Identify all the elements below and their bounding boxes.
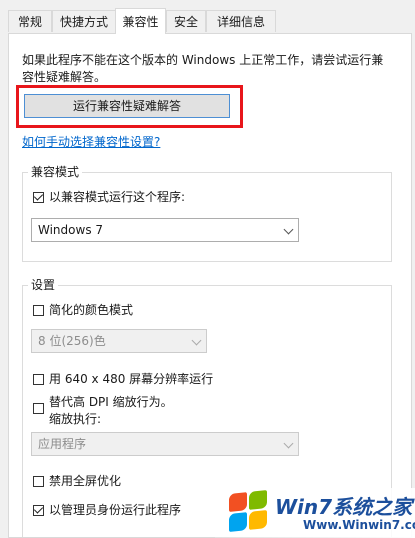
os-version-select[interactable]: Windows 7 <box>31 218 299 242</box>
run-troubleshooter-button[interactable]: 运行兼容性疑难解答 <box>24 94 230 118</box>
run-as-admin-label: 以管理员身份运行此程序 <box>49 503 182 517</box>
tab-compatibility[interactable]: 兼容性 <box>115 8 166 34</box>
site-watermark: Win7系统之家 Www.Winwin7.com <box>215 488 415 538</box>
color-depth-select[interactable]: 8 位(256)色 <box>31 329 207 353</box>
chevron-down-icon <box>283 438 294 449</box>
tab-strip: 常规 快捷方式 兼容性 安全 详细信息 <box>0 0 415 34</box>
tab-security[interactable]: 安全 <box>166 10 206 32</box>
watermark-title: Win7系统之家 <box>275 495 413 519</box>
compat-mode-group <box>22 172 392 262</box>
fullscreen-optimization-checkbox[interactable] <box>33 476 44 487</box>
dpi-override-sublabel: 缩放执行: <box>49 412 102 426</box>
settings-title: 设置 <box>28 278 59 292</box>
color-depth-value: 8 位(256)色 <box>38 334 106 348</box>
dpi-override-checkbox[interactable] <box>33 403 44 414</box>
compatibility-description: 如果此程序不能在这个版本的 Windows 上正常工作，请尝试运行兼容性疑难解答… <box>22 53 384 84</box>
run-as-admin-checkbox[interactable] <box>33 505 44 516</box>
reduced-color-checkbox[interactable] <box>33 305 44 316</box>
fullscreen-optimization-label: 禁用全屏优化 <box>49 474 122 488</box>
manual-settings-link[interactable]: 如何手动选择兼容性设置? <box>22 133 160 150</box>
compat-mode-title: 兼容模式 <box>28 165 83 179</box>
chevron-down-icon <box>283 224 294 235</box>
dpi-scaling-select[interactable]: 应用程序 <box>31 432 299 456</box>
dpi-override-label: 替代高 DPI 缩放行为。 <box>49 395 173 409</box>
resolution-checkbox[interactable] <box>33 374 44 385</box>
watermark-url: Www.Winwin7.com <box>303 518 415 532</box>
os-version-value: Windows 7 <box>38 223 104 237</box>
compat-mode-label: 以兼容模式运行这个程序: <box>49 190 186 204</box>
chevron-down-icon <box>191 335 202 346</box>
tab-shortcut[interactable]: 快捷方式 <box>52 10 116 32</box>
compat-mode-checkbox[interactable] <box>33 192 44 203</box>
dpi-scaling-value: 应用程序 <box>38 437 87 451</box>
tab-general[interactable]: 常规 <box>8 10 52 32</box>
windows-logo-icon <box>229 490 267 532</box>
reduced-color-label: 简化的颜色模式 <box>49 303 134 317</box>
tab-details[interactable]: 详细信息 <box>206 10 276 32</box>
resolution-label: 用 640 x 480 屏幕分辨率运行 <box>49 372 214 386</box>
